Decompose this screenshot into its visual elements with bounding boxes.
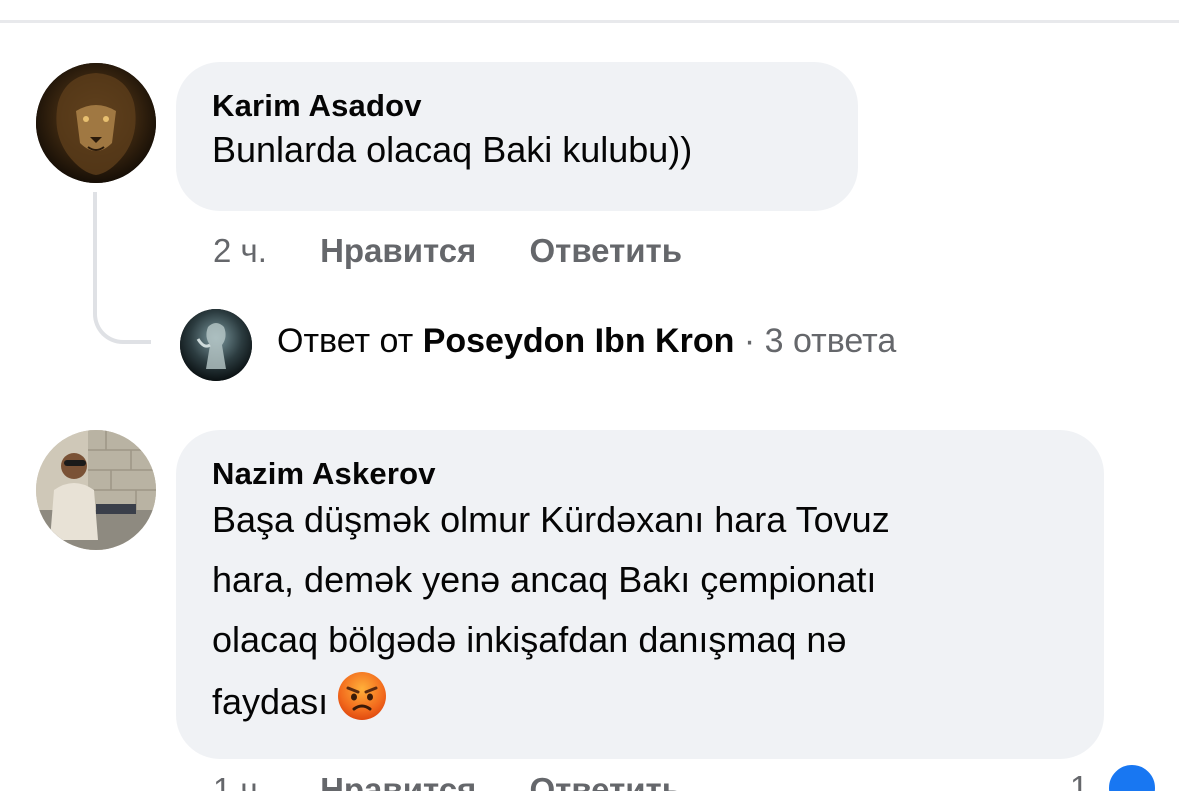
angry-face-emoji [336,670,388,722]
comment-meta: 1 ч. Нравится Ответить [213,771,682,791]
comment-text-line: faydası [212,670,1104,732]
reply-button[interactable]: Ответить [530,771,683,791]
comment-text-line: olacaq bölgədə inkişafdan danışmaq nə [212,619,847,660]
reply-count: 3 ответа [764,322,897,360]
view-replies-link[interactable]: Ответ от Poseydon Ibn Kron · 3 ответа [277,322,896,361]
reply-author: Poseydon Ibn Kron [422,322,735,360]
lion-avatar[interactable] [36,63,156,183]
comment-author[interactable]: Nazim Askerov [212,456,1104,492]
reply-prefix: Ответ от [277,322,414,360]
comment-text-line: hara, demək yenə ancaq Bakı çempionatı [212,559,877,600]
comment-time[interactable]: 2 ч. [213,232,267,269]
comment-text-line-text: faydası [212,681,329,722]
comment-bubble: Karim Asadov Bunlarda olacaq Baki kulubu… [176,62,858,211]
comment-text-line: Başa düşmək olmur Kürdəxanı hara Tovuz [212,499,890,540]
reply-button[interactable]: Ответить [530,232,683,269]
man-sitting-avatar[interactable] [36,430,156,550]
comments-thread: Karim Asadov Bunlarda olacaq Baki kulubu… [0,0,1179,791]
divider [0,20,1179,23]
comment-meta: 2 ч. Нравится Ответить [213,232,682,270]
reply-separator: · [743,322,756,360]
like-button[interactable]: Нравится [320,771,476,791]
statue-avatar[interactable] [180,309,252,381]
comment-time[interactable]: 1 ч. [213,771,267,791]
like-reaction-icon[interactable] [1106,762,1158,791]
thread-connector [93,192,151,344]
comment-author[interactable]: Karim Asadov [212,88,858,124]
reaction-count[interactable]: 1 [1070,769,1088,791]
comment-text: Bunlarda olacaq Baki kulubu)) [212,129,693,170]
like-button[interactable]: Нравится [320,232,476,269]
comment-text: Başa düşmək olmur Kürdəxanı hara Tovuz h… [212,490,1104,732]
comment-bubble: Nazim Askerov Başa düşmək olmur Kürdəxan… [176,430,1104,759]
